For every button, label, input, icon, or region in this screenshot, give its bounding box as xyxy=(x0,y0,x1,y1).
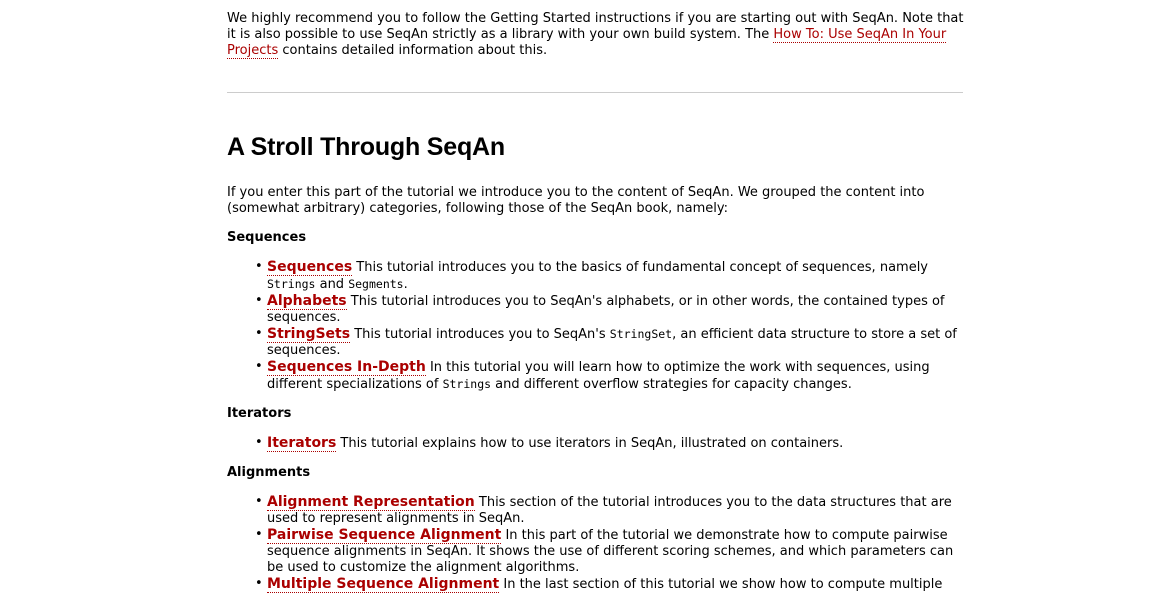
code-segments: Segments xyxy=(348,277,404,291)
intro-text-end: contains detailed information about this… xyxy=(278,43,548,58)
list-item: • StringSets This tutorial introduces yo… xyxy=(255,326,967,359)
item-description: In the last section of this tutorial we … xyxy=(499,577,943,592)
sequences-list: • Sequences This tutorial introduces you… xyxy=(227,259,967,393)
list-item: • Alignment Representation This section … xyxy=(255,494,967,527)
sequences-in-depth-link[interactable]: Sequences In-Depth xyxy=(267,359,426,376)
code-strings: Strings xyxy=(442,377,492,391)
stringsets-link[interactable]: StringSets xyxy=(267,326,351,343)
item-description: This tutorial explains how to use iterat… xyxy=(336,436,844,451)
section-heading: A Stroll Through SeqAn xyxy=(227,133,505,161)
category-sequences-title: Sequences xyxy=(227,230,307,245)
code-stringset: StringSet xyxy=(609,327,673,341)
bullet: • xyxy=(255,293,263,308)
bullet: • xyxy=(255,359,263,374)
alignments-list: • Alignment Representation This section … xyxy=(227,494,967,593)
document-content: We highly recommend you to follow the Ge… xyxy=(227,11,967,593)
bullet: • xyxy=(255,576,263,591)
bullet: • xyxy=(255,527,263,542)
alignment-representation-link[interactable]: Alignment Representation xyxy=(267,494,475,511)
bullet: • xyxy=(255,326,263,341)
category-iterators-title: Iterators xyxy=(227,406,292,421)
iterators-link[interactable]: Iterators xyxy=(267,435,337,452)
code-strings: Strings xyxy=(267,277,316,291)
list-item: • Alphabets This tutorial introduces you… xyxy=(255,293,967,326)
item-description: and xyxy=(315,277,349,292)
list-item: • Sequences In-Depth In this tutorial yo… xyxy=(255,359,967,393)
category-alignments-title: Alignments xyxy=(227,465,311,480)
item-description: This tutorial introduces you to SeqAn's xyxy=(350,327,610,342)
item-description: and different overflow strategies for ca… xyxy=(491,377,852,392)
multiple-sequence-alignment-link[interactable]: Multiple Sequence Alignment xyxy=(267,576,500,593)
bullet: • xyxy=(255,259,263,274)
lead-paragraph: If you enter this part of the tutorial w… xyxy=(227,185,925,216)
sequences-link[interactable]: Sequences xyxy=(267,259,353,276)
item-description: This tutorial introduces you to the basi… xyxy=(352,260,928,275)
list-item: • Sequences This tutorial introduces you… xyxy=(255,259,967,293)
iterators-list: • Iterators This tutorial explains how t… xyxy=(227,435,967,452)
bullet: • xyxy=(255,494,263,509)
list-item: • Multiple Sequence Alignment In the las… xyxy=(255,576,967,593)
intro-paragraph: We highly recommend you to follow the Ge… xyxy=(227,11,967,59)
bullet: • xyxy=(255,435,263,450)
list-item: • Iterators This tutorial explains how t… xyxy=(255,435,967,452)
pairwise-sequence-alignment-link[interactable]: Pairwise Sequence Alignment xyxy=(267,527,502,544)
alphabets-link[interactable]: Alphabets xyxy=(267,293,347,310)
horizontal-rule xyxy=(227,92,963,93)
item-description: . xyxy=(403,277,408,292)
list-item: • Pairwise Sequence Alignment In this pa… xyxy=(255,527,967,576)
item-description: This tutorial introduces you to SeqAn's … xyxy=(267,294,945,325)
